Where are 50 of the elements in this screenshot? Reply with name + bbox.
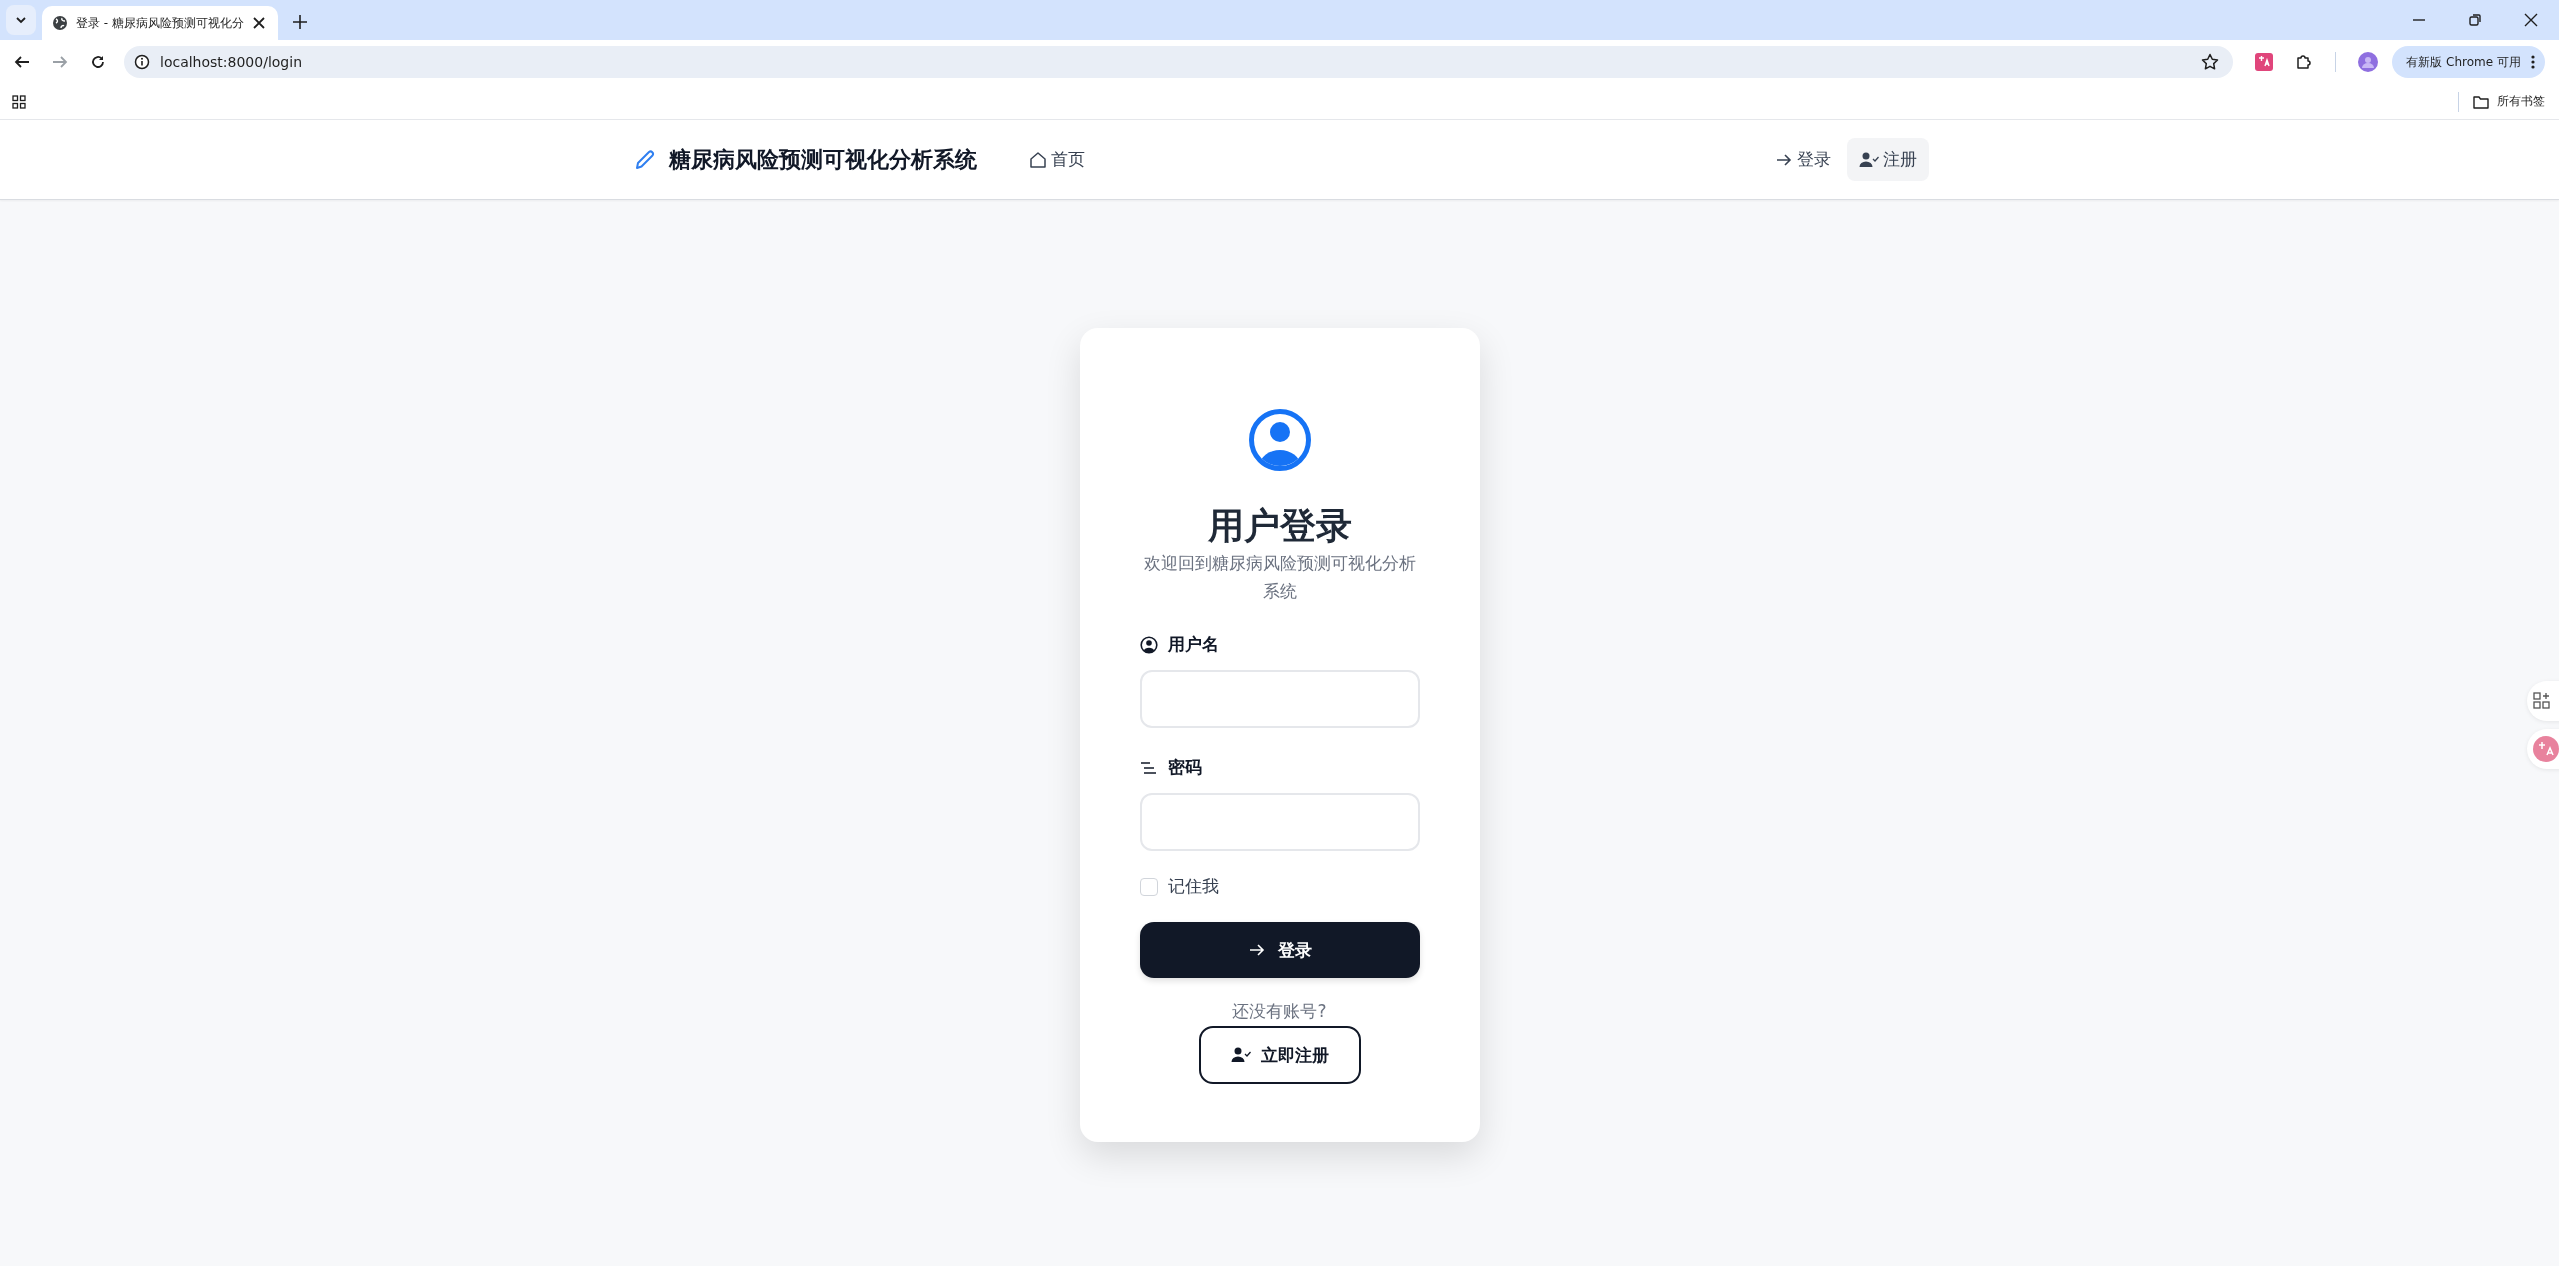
back-icon[interactable] xyxy=(14,54,30,70)
reload-icon[interactable] xyxy=(90,54,106,70)
remember-checkbox[interactable] xyxy=(1139,877,1158,896)
nav-link[interactable]: 登录 xyxy=(1763,138,1843,181)
translate-icon xyxy=(2533,736,2559,762)
star-icon[interactable] xyxy=(2201,53,2220,71)
login-title: 用户登录 xyxy=(1206,504,1353,548)
login-button[interactable]: 登录 xyxy=(1139,922,1420,979)
checkbox-label: 记住我 xyxy=(1167,875,1219,899)
username-field[interactable] xyxy=(1139,670,1420,729)
pencil-icon xyxy=(633,147,657,172)
url-text: localhost:8000/login xyxy=(160,54,302,70)
new-tab-icon[interactable] xyxy=(292,14,308,30)
info-icon[interactable] xyxy=(134,54,150,70)
side-apps-button[interactable] xyxy=(2527,681,2559,721)
translate-icon[interactable] xyxy=(2255,53,2274,71)
forward-icon[interactable] xyxy=(52,54,68,70)
caret-icon xyxy=(15,14,27,26)
tab-search-button[interactable] xyxy=(6,5,36,35)
browser-tab[interactable]: 登录 - 糖尿病风险预测可视化分 xyxy=(42,6,278,40)
globe-icon xyxy=(52,15,68,31)
restore-icon[interactable] xyxy=(2468,13,2482,27)
home-icon xyxy=(1029,150,1047,169)
user-avatar-icon xyxy=(1248,409,1311,471)
user-circle-icon xyxy=(1139,635,1158,654)
user-check-icon xyxy=(1859,150,1879,169)
field-label: 用户名 xyxy=(1167,633,1219,657)
address-bar[interactable]: localhost:8000/login xyxy=(124,46,2234,78)
signup-prompt: 还没有账号? xyxy=(1231,1000,1328,1023)
close-icon[interactable] xyxy=(251,16,266,30)
update-chrome-button[interactable]: 有新版 Chrome 可用 xyxy=(2392,46,2545,78)
nav-link[interactable]: 首页 xyxy=(1017,138,1097,181)
password-field[interactable] xyxy=(1139,793,1420,852)
profile-avatar-icon[interactable] xyxy=(2358,52,2379,72)
user-check-icon xyxy=(1230,1046,1251,1065)
site-title: 糖尿病风险预测可视化分析系统 xyxy=(669,145,977,174)
all-bookmarks-button[interactable]: 所有书签 xyxy=(2473,93,2545,110)
apps-grid-icon[interactable] xyxy=(12,94,26,109)
folder-icon xyxy=(2473,94,2489,109)
register-button[interactable]: 立即注册 xyxy=(1198,1026,1361,1085)
login-subtitle: 欢迎回到糖尿病风险预测可视化分析系统 xyxy=(1142,552,1417,604)
apps-add-icon xyxy=(2533,692,2551,710)
close-icon[interactable] xyxy=(2524,13,2538,27)
tab-title: 登录 - 糖尿病风险预测可视化分 xyxy=(76,14,244,32)
field-label: 密码 xyxy=(1167,756,1202,780)
side-translate-button[interactable] xyxy=(2527,729,2559,769)
lines-icon xyxy=(1139,760,1158,775)
more-icon[interactable] xyxy=(2531,55,2535,69)
puzzle-icon[interactable] xyxy=(2295,53,2314,71)
nav-link[interactable]: 注册 xyxy=(1847,138,1929,181)
